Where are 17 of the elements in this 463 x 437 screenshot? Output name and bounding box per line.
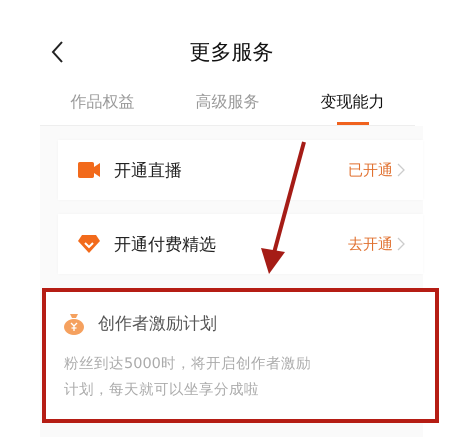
page-title: 更多服务 bbox=[190, 39, 274, 66]
tab[interactable]: 作品权益 bbox=[40, 88, 165, 125]
tab[interactable]: 高级服务 bbox=[165, 88, 290, 125]
video-camera-icon bbox=[78, 161, 100, 179]
plan-title: 创作者激励计划 bbox=[98, 313, 217, 335]
tab[interactable]: 变现能力 bbox=[290, 88, 415, 125]
plan-description: 粉丝到达5000时，将开启创作者激励计划，每天就可以坐享分成啦 bbox=[64, 354, 312, 400]
diamond-icon bbox=[78, 234, 100, 254]
status-link[interactable]: 已开通 bbox=[348, 160, 405, 180]
chevron-icon bbox=[397, 163, 405, 177]
status-link[interactable]: 去开通 bbox=[348, 234, 405, 254]
service-row[interactable]: 开通付费精选 去开通 bbox=[58, 214, 423, 274]
chevron-icon bbox=[397, 237, 405, 251]
money-bag-icon bbox=[64, 312, 84, 334]
service-title: 开通直播 bbox=[114, 160, 183, 182]
service-row[interactable]: 开通直播 已开通 bbox=[58, 140, 423, 200]
service-title: 开通付费精选 bbox=[114, 234, 217, 256]
